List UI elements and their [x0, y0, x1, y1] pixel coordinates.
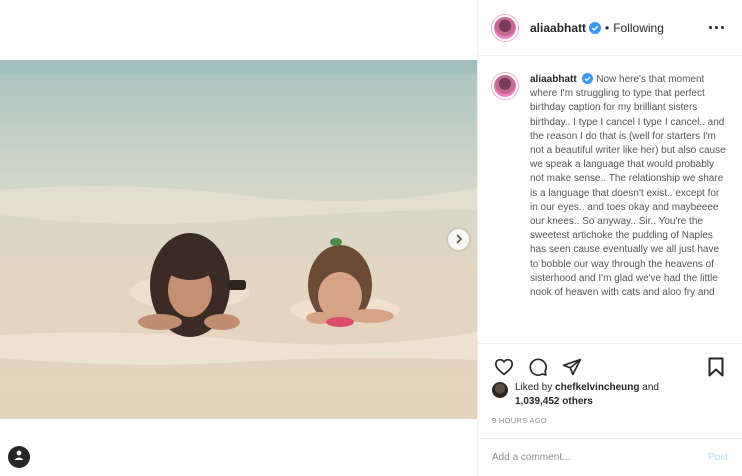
- comment-bar: Add a comment... Post: [478, 438, 742, 476]
- liked-by-username[interactable]: chefkelvincheung: [555, 382, 639, 393]
- post-comment-button[interactable]: Post: [708, 452, 728, 463]
- verified-badge-icon: [589, 21, 602, 34]
- post-timestamp[interactable]: 9 HOURS AGO: [492, 416, 547, 425]
- avatar[interactable]: [492, 382, 508, 398]
- post-side-panel: aliaabhatt • Following aliaabhatt Now he…: [477, 0, 742, 476]
- more-options-icon[interactable]: [705, 22, 728, 33]
- likes-text: Liked by chefkelvincheung and 1,039,452 …: [515, 381, 659, 409]
- comment-icon[interactable]: [526, 355, 550, 379]
- caption-scroll-area[interactable]: aliaabhatt Now here's that moment where …: [478, 57, 742, 343]
- post-photo[interactable]: [0, 60, 477, 419]
- bookmark-icon[interactable]: [704, 355, 728, 379]
- user-tag-icon: [13, 448, 25, 466]
- chevron-right-icon: [454, 231, 464, 249]
- likes-count-link[interactable]: 1,039,452 others: [515, 396, 593, 407]
- heart-icon[interactable]: [492, 355, 516, 379]
- action-bar: [478, 343, 742, 380]
- likes-section: Liked by chefkelvincheung and 1,039,452 …: [492, 381, 732, 409]
- caption-text: aliaabhatt Now here's that moment where …: [530, 73, 726, 300]
- comment-input[interactable]: Add a comment...: [492, 452, 570, 463]
- separator-dot: •: [605, 20, 610, 35]
- header-username[interactable]: aliaabhatt: [530, 21, 586, 35]
- user-tag-button[interactable]: [8, 446, 30, 468]
- likes-and: and: [642, 382, 659, 393]
- post-header: aliaabhatt • Following: [478, 0, 742, 56]
- verified-badge-icon: [582, 73, 594, 84]
- caption-row: aliaabhatt Now here's that moment where …: [492, 73, 728, 300]
- avatar[interactable]: [492, 73, 518, 99]
- caption-username[interactable]: aliaabhatt: [530, 74, 577, 85]
- post-media: [0, 0, 477, 476]
- following-button[interactable]: Following: [613, 21, 664, 35]
- next-slide-button[interactable]: [448, 229, 469, 250]
- share-icon[interactable]: [560, 355, 584, 379]
- likes-prefix: Liked by: [515, 382, 553, 393]
- caption-body: Now here's that moment where I'm struggl…: [530, 74, 726, 299]
- avatar[interactable]: [492, 14, 518, 41]
